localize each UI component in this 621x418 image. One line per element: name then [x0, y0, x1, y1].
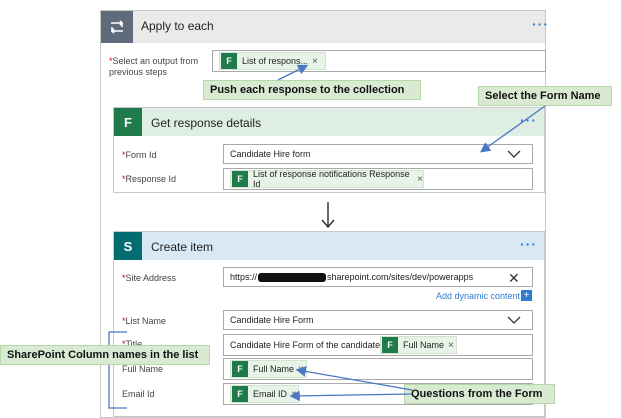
callout-arrows	[277, 64, 546, 402]
